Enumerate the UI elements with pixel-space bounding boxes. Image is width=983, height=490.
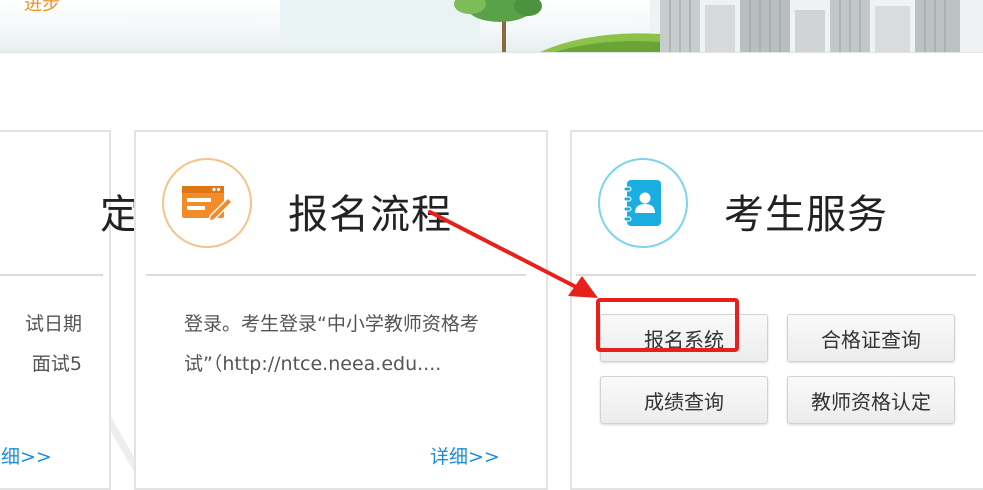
score-query-button[interactable]: 成绩查询 (600, 376, 768, 424)
certificate-query-button[interactable]: 合格证查询 (787, 314, 955, 362)
details-link[interactable]: 详细>> (430, 442, 500, 469)
details-link[interactable]: 详细>> (0, 442, 52, 469)
header-banner: 进步 (0, 0, 983, 53)
card-divider (576, 274, 976, 276)
city-illustration-icon (280, 0, 983, 52)
description-line: 试日期 (24, 313, 82, 335)
teacher-qualification-button[interactable]: 教师资格认定 (787, 376, 955, 424)
card-divider (0, 274, 103, 276)
description-line: 面试5 (31, 353, 82, 375)
highlight-box (596, 298, 739, 352)
card-title: 考生服务 (724, 192, 888, 238)
card-description: 登录。考生登录“中小学教师资格考试”（http://ntce.neea.edu.… (184, 313, 479, 375)
card-registration-process: 报名流程 登录。考生登录“中小学教师资格考试”（http://ntce.neea… (134, 130, 548, 490)
contact-book-icon (598, 158, 688, 248)
card-exam-dates: 定 试日期 面试5 详细>> (0, 130, 140, 490)
card-title: 报名流程 (288, 192, 452, 238)
form-edit-icon (162, 158, 252, 248)
card-description: 试日期 面试5 (0, 304, 82, 384)
card-divider (146, 274, 526, 276)
